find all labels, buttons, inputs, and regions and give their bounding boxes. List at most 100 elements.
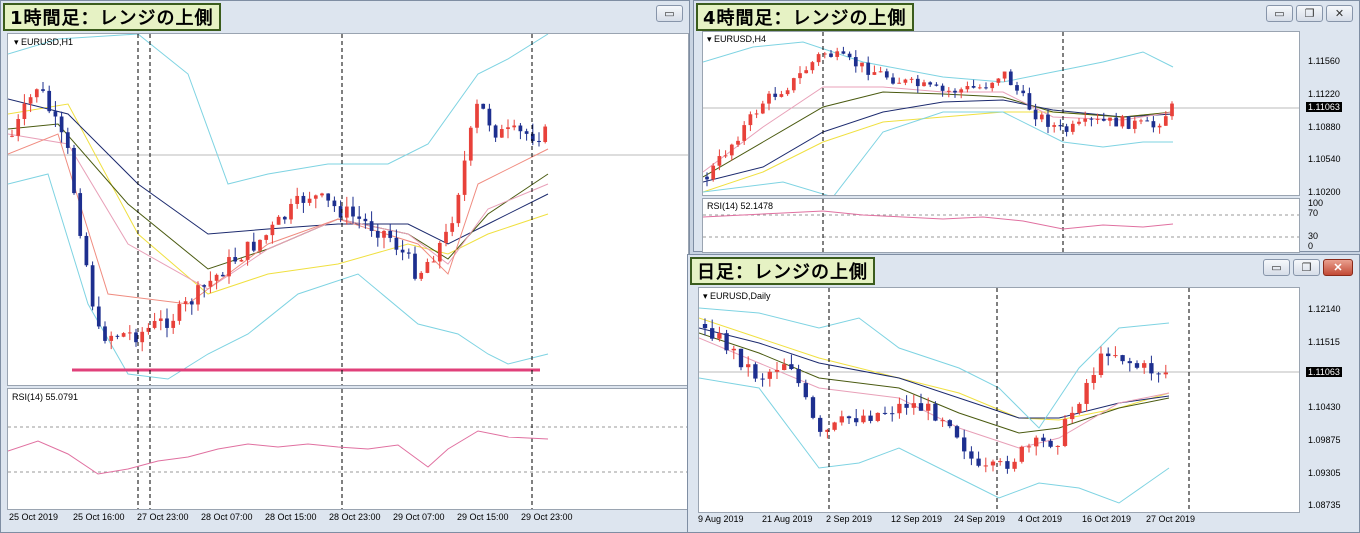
h1-candle (413, 253, 417, 279)
daily-time-label: 16 Oct 2019 (1082, 514, 1132, 524)
daily-candle (1084, 382, 1089, 404)
daily-minimize-button[interactable]: ▭ (1263, 259, 1290, 276)
h1-candle (115, 335, 120, 337)
h1-candle (481, 103, 486, 109)
daily-candle (1055, 445, 1060, 447)
daily-close-button[interactable]: ✕ (1323, 259, 1353, 276)
h4-candle (810, 62, 815, 71)
h4-candle (1157, 125, 1162, 128)
h4-candle (965, 86, 970, 90)
daily-candle (882, 412, 888, 414)
h4-candle (711, 165, 716, 180)
daily-time-label: 21 Aug 2019 (762, 514, 813, 524)
h1-candle (295, 195, 300, 204)
h4-candle (1145, 120, 1150, 122)
h4-price-pane[interactable]: ▾ EURUSD,H4 (702, 31, 1300, 196)
h1-candle (177, 304, 182, 321)
h4-candle (971, 86, 976, 88)
daily-candle (1127, 361, 1132, 364)
daily-current-price-tag: 1.11063 (1306, 367, 1342, 377)
daily-price-label: 1.11515 (1308, 337, 1340, 347)
daily-candle (1012, 461, 1017, 469)
h1-candle (406, 252, 411, 254)
daily-candle (710, 328, 715, 339)
h4-rsi-level: 70 (1308, 208, 1319, 218)
h4-candle (866, 62, 871, 75)
h4-candle (1114, 117, 1119, 127)
h4-rsi-level: 100 (1308, 198, 1324, 208)
h4-candle (1002, 71, 1007, 79)
daily-candle (1113, 355, 1118, 357)
daily-price-pane[interactable]: ▾ EURUSD,Daily (698, 287, 1300, 513)
daily-candle (890, 413, 895, 415)
h1-candle (270, 224, 275, 236)
h4-restore-button[interactable]: ❐ (1296, 5, 1323, 22)
h4-candle (1170, 103, 1174, 117)
h4-price-label: 1.10880 (1308, 122, 1341, 132)
h1-candle (425, 261, 430, 273)
h1-price-pane[interactable]: ▾ EURUSD,H1 (7, 33, 689, 386)
close-icon: ✕ (1333, 262, 1343, 274)
h1-candle (214, 274, 219, 281)
h1-candle (400, 249, 405, 253)
daily-price-label: 1.09305 (1308, 468, 1341, 478)
h4-rsi-pane[interactable]: RSI(14) 52.1478 (702, 198, 1300, 253)
h1-candle (22, 103, 27, 119)
daily-candle-chart (699, 288, 1299, 512)
daily-candle (983, 465, 988, 467)
minimize-icon: ▭ (664, 8, 675, 20)
h4-rsi-line (703, 210, 1174, 230)
daily-candle (796, 368, 801, 384)
h1-candle (468, 127, 473, 161)
h1-candle (332, 200, 337, 207)
daily-time-label: 12 Sep 2019 (891, 514, 943, 524)
h4-ma-pink (703, 86, 1174, 173)
h1-candle (34, 89, 39, 98)
daily-candle (1034, 437, 1039, 447)
daily-candle (832, 422, 837, 430)
h1-candle (444, 231, 448, 243)
h1-window-title: 1時間足：レンジの上側 (3, 3, 221, 31)
h1-candle (152, 320, 157, 328)
h4-candle (1033, 109, 1038, 120)
h1-rsi-pane[interactable]: RSI(14) 55.0791 (7, 388, 689, 510)
daily-candle (1134, 363, 1140, 368)
daily-candle (933, 403, 938, 421)
daily-candle (789, 364, 794, 369)
h1-minimize-button[interactable]: ▭ (656, 5, 683, 22)
h1-candle (351, 206, 355, 217)
daily-candle (954, 426, 960, 438)
h1-candle (239, 259, 244, 262)
daily-candle (760, 378, 765, 380)
h4-candle (940, 85, 945, 91)
h4-ma-yellow (703, 111, 1174, 193)
daily-candle (990, 461, 996, 466)
h4-candle (915, 78, 920, 87)
daily-price-label: 1.08735 (1308, 500, 1341, 510)
h1-candle (16, 118, 21, 136)
h4-candle (829, 53, 833, 57)
h4-minimize-button[interactable]: ▭ (1266, 5, 1293, 22)
h4-candle (903, 79, 908, 83)
h4-close-button[interactable]: ✕ (1326, 5, 1353, 22)
h4-candle (959, 89, 964, 93)
h4-candle (736, 140, 740, 145)
h1-time-label: 28 Oct 15:00 (265, 512, 317, 522)
h1-time-label: 27 Oct 23:00 (137, 512, 189, 522)
h4-candle (1132, 120, 1137, 129)
h1-candle (196, 285, 200, 305)
h4-candle (1027, 93, 1032, 110)
h4-chart-window: 4時間足：レンジの上側 ▭ ❐ ✕ ▾ EURUSD,H4 RSI(14) 52… (693, 0, 1360, 253)
h4-candle (1095, 118, 1100, 120)
h4-candle (922, 82, 926, 87)
h4-candle (804, 70, 809, 74)
h4-ma-olive (703, 91, 1174, 178)
h4-candle (798, 73, 802, 79)
h1-candle (537, 140, 541, 143)
daily-candle (782, 364, 787, 371)
daily-candle (861, 415, 866, 423)
daily-restore-button[interactable]: ❐ (1293, 259, 1320, 276)
h4-candle (1077, 121, 1081, 124)
h4-candle (835, 51, 840, 57)
restore-icon: ❐ (1304, 8, 1315, 20)
